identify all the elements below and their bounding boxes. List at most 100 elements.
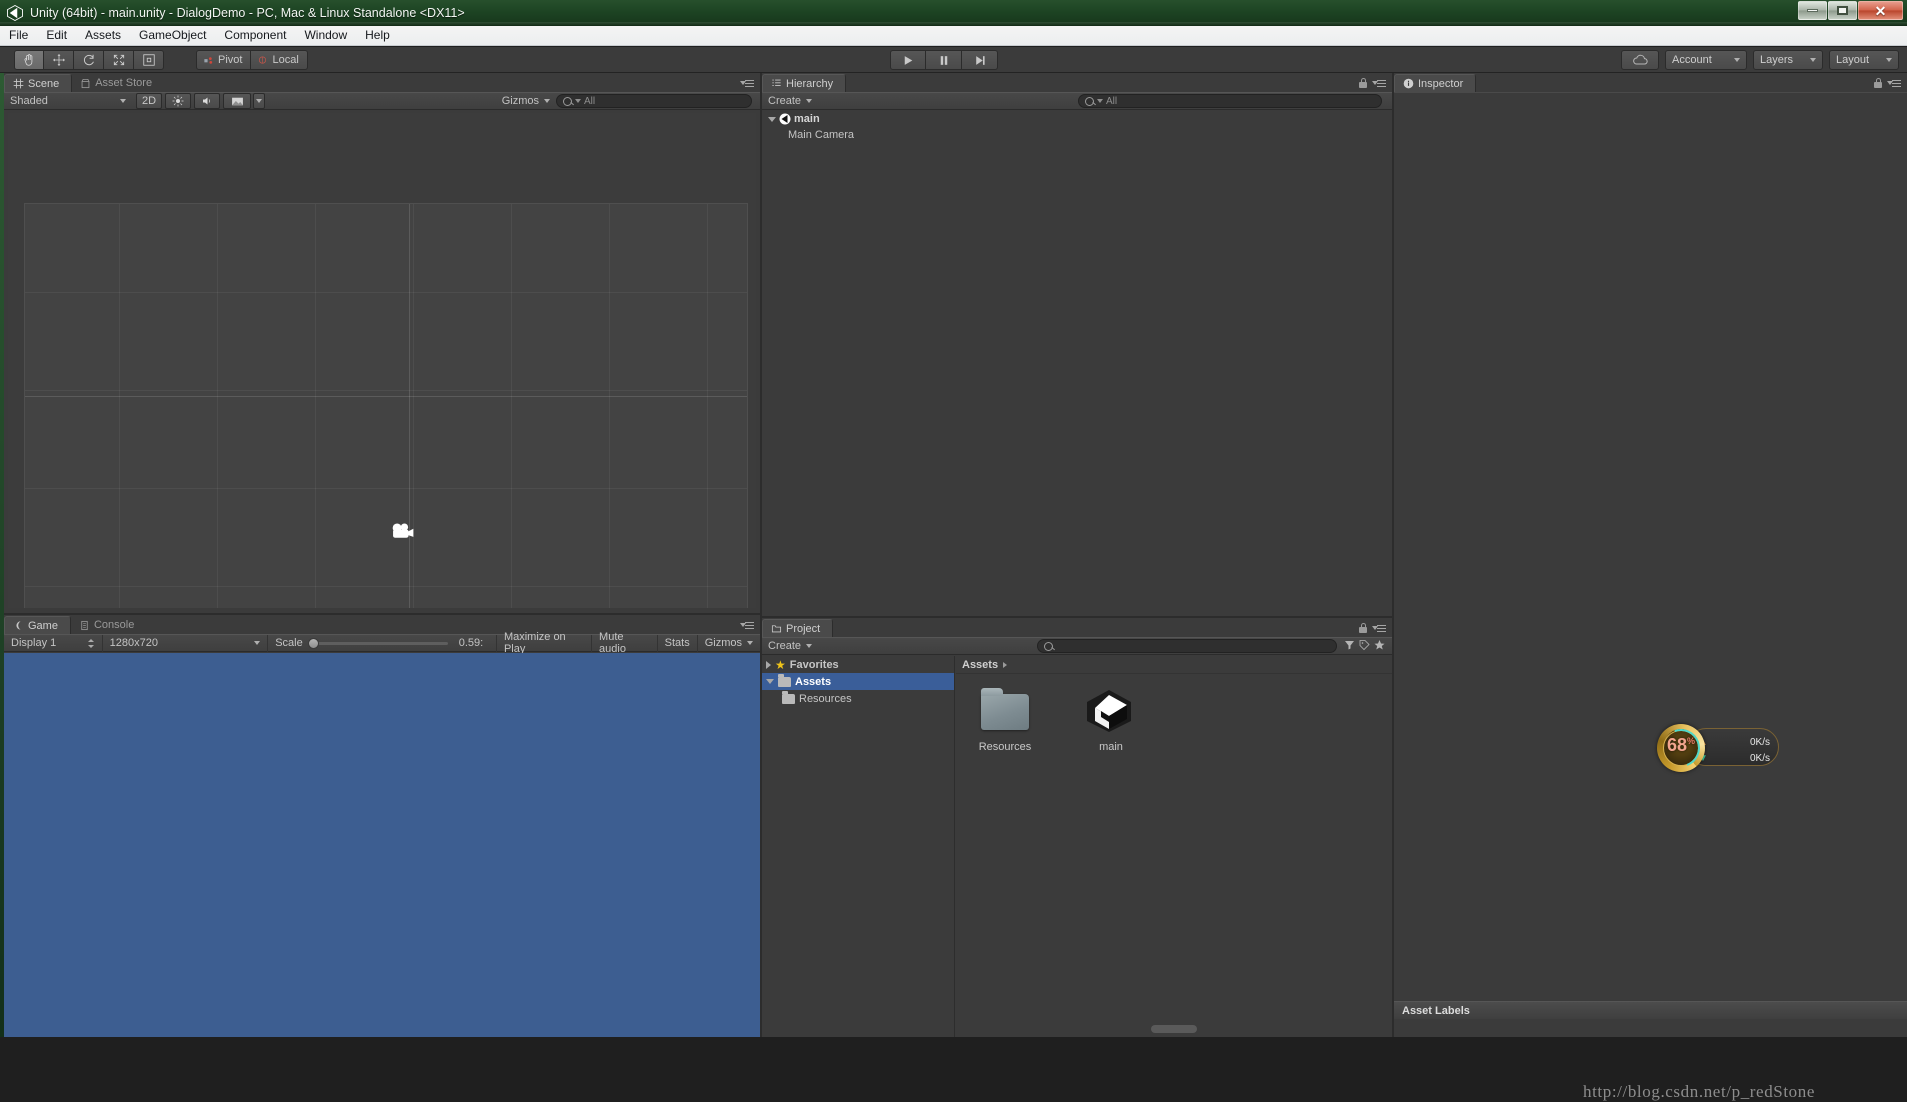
game-view-render[interactable] — [4, 653, 760, 1037]
filter-by-type-icon[interactable] — [1343, 639, 1356, 654]
project-tree-label: Resources — [799, 693, 852, 705]
scene-lighting-button[interactable] — [165, 93, 191, 109]
expand-triangle-icon[interactable] — [766, 661, 771, 669]
scrollbar-thumb[interactable] — [1151, 1025, 1197, 1033]
tab-asset-store-label: Asset Store — [95, 77, 152, 89]
chevron-down-icon — [120, 99, 126, 103]
scale-label: Scale — [275, 637, 303, 649]
splitter-hierarchy-project[interactable] — [762, 616, 1392, 618]
project-tree[interactable]: ★ Favorites Assets Resources — [762, 656, 955, 1037]
project-horizontal-scrollbar[interactable] — [956, 1023, 1392, 1035]
scale-slider-handle[interactable] — [308, 638, 319, 649]
hierarchy-row-main-camera[interactable]: Main Camera — [762, 127, 1392, 143]
resolution-dropdown[interactable]: 1280x720 — [103, 635, 269, 652]
project-tree-row-favorites[interactable]: ★ Favorites — [762, 656, 954, 673]
move-tool-button[interactable] — [44, 50, 74, 70]
folder-icon — [782, 694, 795, 704]
scene-audio-button[interactable] — [194, 93, 220, 109]
display-dropdown[interactable]: Display 1 — [4, 635, 103, 652]
splitter-hierarchy-inspector[interactable] — [1392, 73, 1394, 1037]
shading-mode-dropdown[interactable]: Shaded — [4, 93, 132, 109]
scale-slider-group[interactable]: Scale 0.59: — [268, 635, 497, 652]
menu-gameobject[interactable]: GameObject — [130, 26, 215, 45]
scene-view-area[interactable] — [8, 113, 756, 608]
tab-hierarchy[interactable]: Hierarchy — [762, 74, 846, 92]
hand-tool-button[interactable] — [14, 50, 44, 70]
scene-gizmos-dropdown[interactable]: Gizmos — [496, 93, 556, 109]
layers-label: Layers — [1760, 54, 1804, 66]
scale-tool-button[interactable] — [104, 50, 134, 70]
tab-scene[interactable]: Scene — [4, 74, 72, 92]
layers-dropdown[interactable]: Layers — [1753, 50, 1823, 70]
scale-slider[interactable] — [308, 642, 448, 645]
tab-console[interactable]: Console — [71, 616, 146, 634]
tab-inspector[interactable]: Inspector — [1394, 74, 1476, 92]
pivot-toggle-button[interactable]: Pivot — [196, 50, 251, 70]
inspector-lock-icon[interactable] — [1874, 78, 1882, 88]
minimize-button[interactable] — [1798, 1, 1827, 20]
scene-fx-button[interactable] — [223, 93, 251, 109]
hierarchy-lock-icon[interactable] — [1359, 78, 1367, 88]
project-toolbar: Create — [762, 637, 1392, 655]
network-speed-widget[interactable]: ▲ 0K/s ▼ 0K/s 68% — [1657, 724, 1779, 769]
chevron-down-icon — [806, 99, 812, 103]
tab-project[interactable]: Project — [762, 619, 833, 637]
game-gizmos-dropdown[interactable]: Gizmos — [698, 635, 760, 652]
breadcrumb-assets[interactable]: Assets — [962, 659, 998, 671]
menu-edit[interactable]: Edit — [37, 26, 76, 45]
hierarchy-tree[interactable]: main Main Camera — [762, 111, 1392, 533]
splitter-scene-hierarchy[interactable] — [760, 73, 762, 1037]
asset-item-main-scene[interactable]: main — [1074, 688, 1148, 1019]
project-tree-row-resources[interactable]: Resources — [762, 690, 954, 707]
stats-toggle[interactable]: Stats — [658, 635, 698, 652]
filter-by-label-icon[interactable] — [1358, 639, 1371, 654]
menu-window[interactable]: Window — [295, 26, 356, 45]
project-tree-row-assets[interactable]: Assets — [762, 673, 954, 690]
tab-asset-store[interactable]: Asset Store — [72, 74, 164, 92]
hierarchy-search-input[interactable]: All — [1078, 94, 1382, 108]
menu-assets[interactable]: Assets — [76, 26, 130, 45]
hierarchy-row-scene[interactable]: main — [762, 111, 1392, 127]
splitter-scene-game[interactable] — [4, 613, 760, 615]
scene-panel-menu-icon[interactable] — [740, 79, 754, 89]
search-icon — [1085, 97, 1094, 106]
project-panel-menu-icon[interactable] — [1372, 624, 1386, 634]
menu-file[interactable]: File — [0, 26, 37, 45]
maximize-on-play-toggle[interactable]: Maximize on Play — [497, 635, 592, 652]
menu-help[interactable]: Help — [356, 26, 399, 45]
close-button[interactable]: ✕ — [1858, 1, 1903, 20]
pause-button[interactable] — [926, 50, 962, 70]
game-panel-menu-icon[interactable] — [740, 621, 754, 631]
rect-tool-button[interactable] — [134, 50, 164, 70]
mute-audio-toggle[interactable]: Mute audio — [592, 635, 658, 652]
inspector-panel-menu-icon[interactable] — [1887, 79, 1901, 89]
maximize-button[interactable] — [1828, 1, 1857, 20]
project-lock-icon[interactable] — [1359, 623, 1367, 633]
stats-label: Stats — [665, 637, 690, 649]
main-camera-gizmo[interactable] — [389, 522, 415, 542]
chevron-down-icon — [1886, 58, 1892, 62]
scene-fx-dropdown[interactable] — [253, 93, 265, 109]
tab-game[interactable]: Game — [4, 616, 71, 634]
hierarchy-create-dropdown[interactable]: Create — [762, 93, 818, 109]
step-button[interactable] — [962, 50, 998, 70]
asset-item-resources[interactable]: Resources — [968, 688, 1042, 1019]
asset-labels-bar[interactable]: Asset Labels — [1394, 1001, 1907, 1019]
rotate-tool-button[interactable] — [74, 50, 104, 70]
local-toggle-button[interactable]: Local — [251, 50, 307, 70]
expand-triangle-icon[interactable] — [766, 679, 774, 684]
scene-canvas[interactable] — [24, 203, 748, 608]
menu-component[interactable]: Component — [215, 26, 295, 45]
cloud-services-button[interactable] — [1621, 50, 1659, 70]
play-button[interactable] — [890, 50, 926, 70]
project-asset-browser[interactable]: Assets Resources — [956, 656, 1392, 1037]
expand-triangle-icon[interactable] — [768, 117, 776, 122]
layout-dropdown[interactable]: Layout — [1829, 50, 1899, 70]
scene-search-input[interactable]: All — [556, 94, 752, 108]
project-create-dropdown[interactable]: Create — [762, 638, 818, 654]
account-dropdown[interactable]: Account — [1665, 50, 1747, 70]
favorites-star-icon[interactable] — [1373, 639, 1386, 654]
project-search-input[interactable] — [1037, 639, 1337, 653]
toggle-2d-button[interactable]: 2D — [136, 93, 162, 109]
hierarchy-panel-menu-icon[interactable] — [1372, 79, 1386, 89]
